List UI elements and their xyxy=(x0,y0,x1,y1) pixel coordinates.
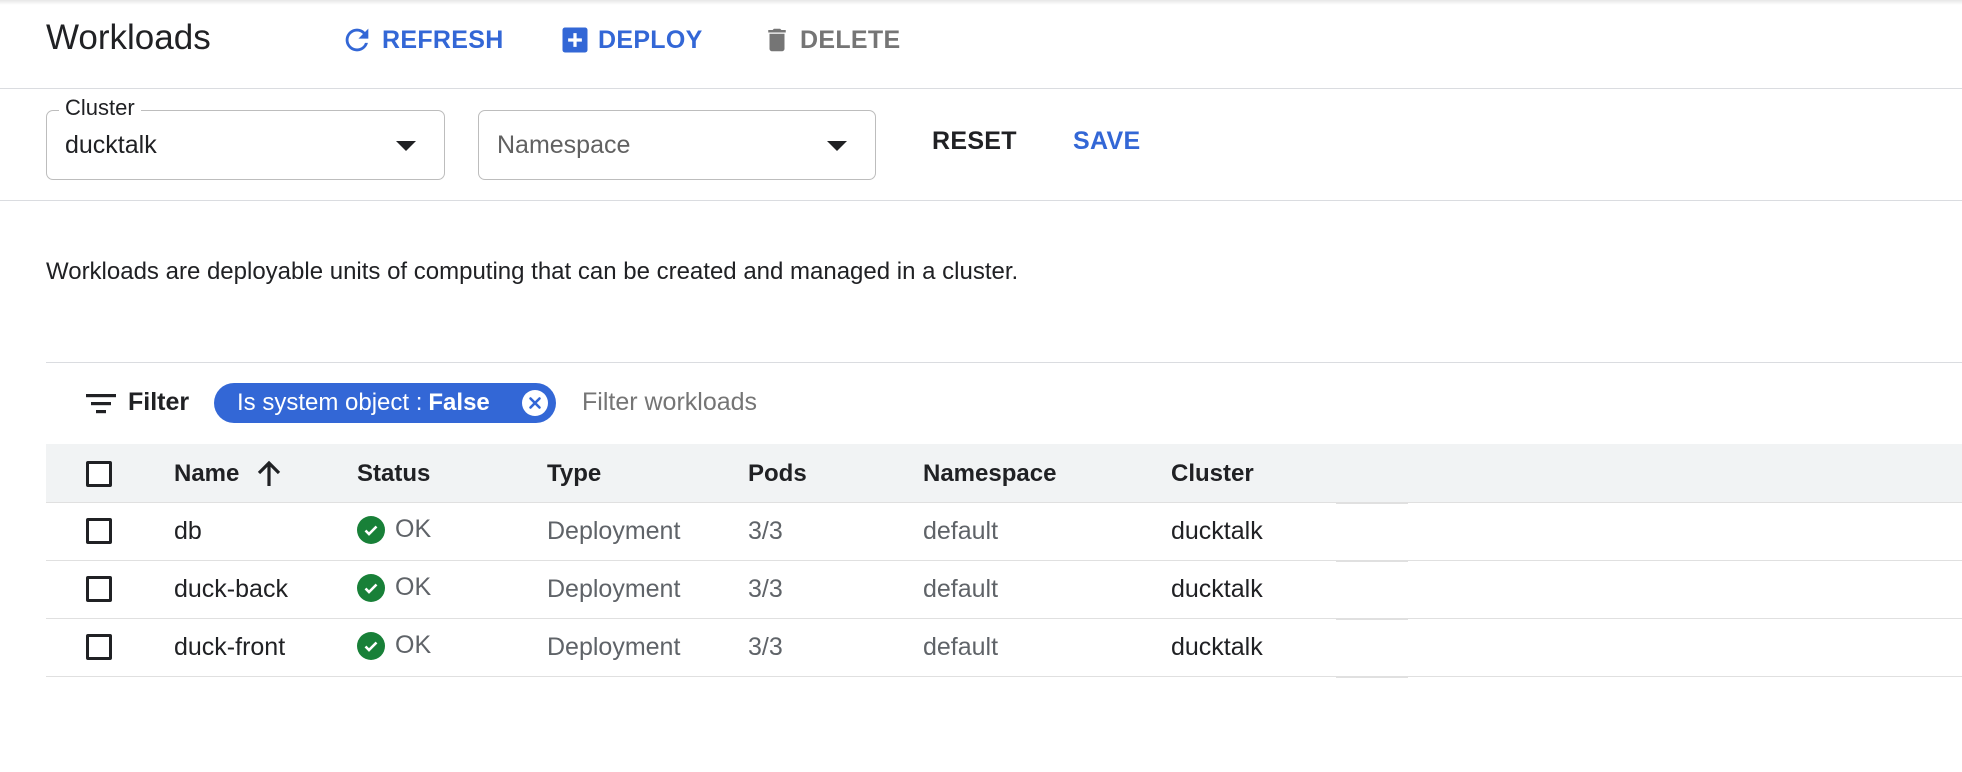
chevron-down-icon xyxy=(396,141,416,151)
workload-name-link[interactable]: db xyxy=(174,517,202,546)
top-shadow xyxy=(0,0,1962,5)
save-button[interactable]: SAVE xyxy=(1073,127,1140,156)
column-header-namespace[interactable]: Namespace xyxy=(923,460,1056,488)
column-header-name[interactable]: Name xyxy=(174,460,239,488)
filter-chip-key: Is system object : xyxy=(237,389,423,416)
refresh-icon xyxy=(345,28,369,52)
cluster-select-label: Cluster xyxy=(59,95,141,121)
type-cell: Deployment xyxy=(547,517,681,545)
filter-chip[interactable]: Is system object : False xyxy=(214,383,556,423)
page-description: Workloads are deployable units of comput… xyxy=(46,258,1019,285)
pods-cell: 3/3 xyxy=(748,575,783,603)
delete-button[interactable]: DELETE xyxy=(762,20,900,60)
check-circle-icon xyxy=(357,515,385,544)
cluster-select[interactable]: Cluster ducktalk xyxy=(46,95,445,180)
trash-icon xyxy=(768,28,786,52)
type-cell: Deployment xyxy=(547,575,681,603)
cluster-cell: ducktalk xyxy=(1171,517,1263,545)
filter-input[interactable] xyxy=(582,388,1182,417)
status-cell: OK xyxy=(357,573,431,602)
row-checkbox[interactable] xyxy=(86,634,112,660)
row-divider xyxy=(46,560,1962,561)
status-text: OK xyxy=(395,515,432,543)
pods-cell: 3/3 xyxy=(748,517,783,545)
column-header-cluster[interactable]: Cluster xyxy=(1171,460,1254,488)
refresh-button[interactable]: REFRESH xyxy=(340,20,504,60)
status-text: OK xyxy=(395,573,432,601)
namespace-select[interactable]: Namespace xyxy=(478,110,876,180)
namespace-cell: default xyxy=(923,517,999,545)
add-box-icon xyxy=(562,27,588,53)
delete-label: DELETE xyxy=(800,25,901,54)
status-cell: OK xyxy=(357,631,431,660)
row-divider xyxy=(46,676,1962,677)
chevron-down-icon xyxy=(827,141,847,151)
deploy-button[interactable]: DEPLOY xyxy=(560,20,703,60)
column-divider xyxy=(1336,618,1408,620)
header-divider xyxy=(0,88,1962,89)
column-header-pods[interactable]: Pods xyxy=(748,460,807,488)
column-divider xyxy=(1336,560,1408,562)
row-checkbox[interactable] xyxy=(86,518,112,544)
namespace-cell: default xyxy=(923,633,999,661)
page-title: Workloads xyxy=(46,18,211,57)
row-divider xyxy=(46,502,1962,503)
toolbar-divider xyxy=(0,200,1962,201)
namespace-select-placeholder: Namespace xyxy=(497,131,631,159)
filter-button[interactable]: Filter xyxy=(128,388,189,417)
column-header-type[interactable]: Type xyxy=(547,460,601,488)
row-checkbox[interactable] xyxy=(86,576,112,602)
status-text: OK xyxy=(395,631,432,659)
namespace-cell: default xyxy=(923,575,999,603)
pods-cell: 3/3 xyxy=(748,633,783,661)
type-cell: Deployment xyxy=(547,633,681,661)
row-divider xyxy=(46,618,1962,619)
cluster-select-value: ducktalk xyxy=(65,131,157,159)
close-circle-icon[interactable] xyxy=(522,390,548,416)
check-circle-icon xyxy=(357,631,385,660)
filter-bar-divider xyxy=(46,362,1962,363)
refresh-label: REFRESH xyxy=(382,25,504,54)
arrow-up-icon[interactable] xyxy=(256,460,282,488)
column-divider xyxy=(1336,676,1408,678)
column-header-status[interactable]: Status xyxy=(357,460,430,488)
reset-button[interactable]: RESET xyxy=(932,127,1017,156)
cluster-cell: ducktalk xyxy=(1171,575,1263,603)
workload-name-link[interactable]: duck-back xyxy=(174,575,288,604)
select-all-checkbox[interactable] xyxy=(86,461,112,487)
column-divider xyxy=(1336,502,1408,504)
deploy-label: DEPLOY xyxy=(598,25,703,54)
check-circle-icon xyxy=(357,573,385,602)
cluster-cell: ducktalk xyxy=(1171,633,1263,661)
filter-chip-value: False xyxy=(428,389,490,416)
close-icon xyxy=(529,397,541,409)
workload-name-link[interactable]: duck-front xyxy=(174,633,285,662)
status-cell: OK xyxy=(357,515,431,544)
filter-list-icon[interactable] xyxy=(86,390,116,418)
